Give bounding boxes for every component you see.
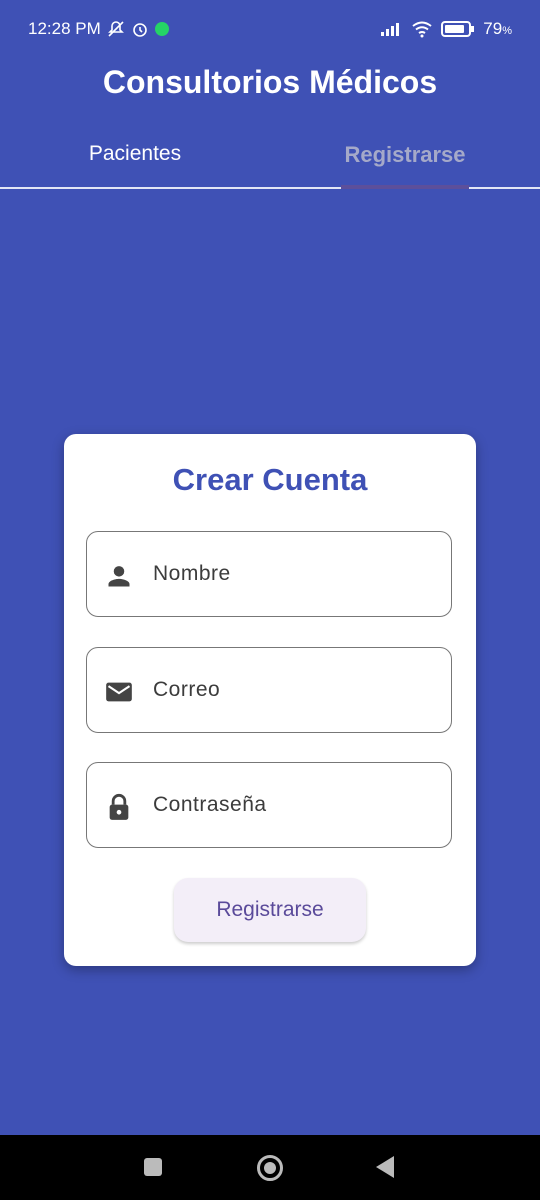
tab-bar: Pacientes Registrarse (0, 120, 540, 190)
status-bar: 12:28 PM 79% (0, 0, 540, 60)
alarm-icon (132, 23, 147, 37)
tab-registrarse[interactable]: Registrarse (270, 142, 540, 168)
back-button[interactable] (376, 1156, 394, 1178)
whatsapp-icon (154, 22, 169, 36)
status-time: 12:28 PM (28, 19, 101, 38)
battery-level: 79% (483, 19, 512, 38)
home-button[interactable] (257, 1155, 283, 1181)
mute-icon (107, 21, 124, 37)
register-button[interactable]: Registrarse (174, 878, 366, 942)
signal-icon (381, 23, 400, 36)
lock-icon (109, 793, 129, 820)
system-nav-bar (0, 1135, 540, 1200)
app-title: Consultorios Médicos (102, 64, 438, 100)
battery-icon (441, 21, 475, 37)
tab-indicator (341, 185, 469, 189)
wifi-icon (412, 21, 432, 38)
password-field-label: Contraseña (153, 793, 267, 816)
name-field-label: Nombre (153, 562, 231, 585)
password-field[interactable]: Contraseña (86, 762, 452, 848)
register-card: Crear Cuenta Nombre Correo Contraseña Re… (64, 434, 476, 966)
status-left: 12:28 PM (28, 19, 169, 39)
status-right: 79% (379, 19, 512, 39)
card-title: Crear Cuenta (172, 462, 368, 497)
email-field-label: Correo (153, 678, 221, 701)
email-icon (106, 682, 132, 702)
tab-pacientes[interactable]: Pacientes (0, 142, 270, 166)
recents-button[interactable] (144, 1158, 162, 1176)
person-icon (108, 566, 130, 587)
email-field[interactable]: Correo (86, 647, 452, 733)
name-field[interactable]: Nombre (86, 531, 452, 617)
